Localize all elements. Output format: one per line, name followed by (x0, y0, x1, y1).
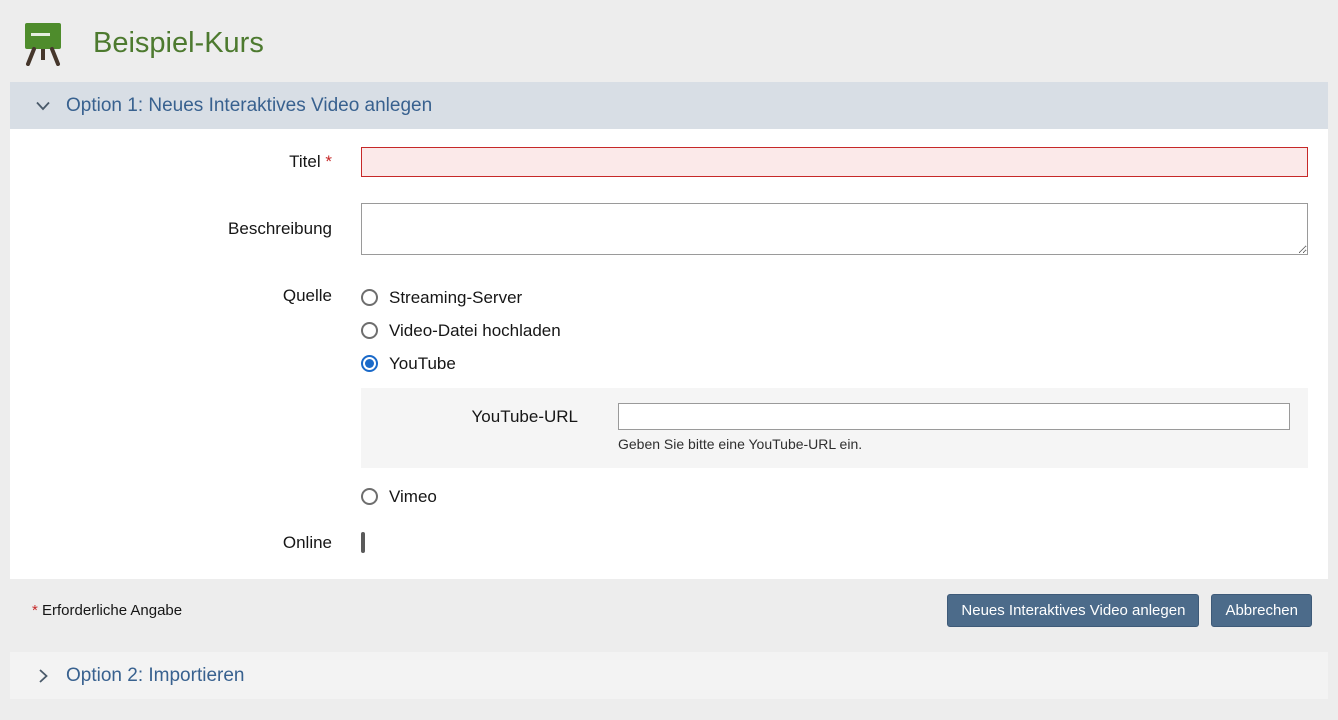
chevron-right-icon[interactable] (33, 666, 53, 686)
new-video-form: Titel * Beschreibung Quelle Streaming-Se… (10, 129, 1328, 579)
required-asterisk: * (325, 152, 332, 171)
radio-icon[interactable] (361, 355, 378, 372)
online-checkbox[interactable] (361, 532, 365, 553)
radio-youtube-label[interactable]: YouTube (389, 354, 456, 374)
radio-icon[interactable] (361, 289, 378, 306)
option2-accordion-header[interactable]: Option 2: Importieren (10, 652, 1328, 699)
quelle-row: Quelle Streaming-Server Video-Datei hoch… (10, 281, 1328, 513)
radio-vimeo[interactable]: Vimeo (361, 480, 1308, 513)
online-label: Online (10, 533, 361, 553)
youtube-subform: YouTube-URL Geben Sie bitte eine YouTube… (361, 388, 1308, 468)
required-asterisk: * (32, 602, 38, 619)
radio-youtube[interactable]: YouTube (361, 347, 1308, 380)
quelle-label: Quelle (10, 281, 361, 513)
course-icon (20, 20, 66, 66)
radio-video-datei-hochladen[interactable]: Video-Datei hochladen (361, 314, 1308, 347)
radio-icon[interactable] (361, 488, 378, 505)
option2-panel: Option 2: Importieren (10, 652, 1328, 699)
cancel-button[interactable]: Abbrechen (1211, 594, 1312, 627)
radio-icon[interactable] (361, 322, 378, 339)
button-group: Neues Interaktives Video anlegen Abbrech… (947, 594, 1312, 627)
radio-video-datei-hochladen-label[interactable]: Video-Datei hochladen (389, 321, 561, 341)
titel-label: Titel * (10, 152, 361, 172)
app-header: Beispiel-Kurs (0, 0, 1338, 82)
youtube-url-label: YouTube-URL (361, 403, 618, 430)
chevron-down-icon[interactable] (33, 96, 53, 116)
option2-title: Option 2: Importieren (66, 665, 244, 687)
form-footer: * Erforderliche Angabe Neues Interaktive… (10, 579, 1328, 641)
beschreibung-row: Beschreibung (10, 203, 1328, 255)
youtube-url-help: Geben Sie bitte eine YouTube-URL ein. (618, 436, 1308, 452)
titel-row: Titel * (10, 147, 1328, 177)
online-row: Online (10, 533, 1328, 553)
beschreibung-label: Beschreibung (10, 219, 361, 239)
youtube-url-input[interactable] (618, 403, 1290, 430)
required-note: * Erforderliche Angabe (32, 602, 182, 619)
option1-panel: Option 1: Neues Interaktives Video anleg… (10, 82, 1328, 641)
radio-streaming-server-label[interactable]: Streaming-Server (389, 288, 522, 308)
option1-accordion-header[interactable]: Option 1: Neues Interaktives Video anleg… (10, 82, 1328, 129)
titel-input[interactable] (361, 147, 1308, 177)
radio-vimeo-label[interactable]: Vimeo (389, 487, 437, 507)
page-title: Beispiel-Kurs (93, 27, 264, 60)
radio-streaming-server[interactable]: Streaming-Server (361, 281, 1308, 314)
beschreibung-textarea[interactable] (361, 203, 1308, 255)
option1-title: Option 1: Neues Interaktives Video anleg… (66, 95, 432, 117)
submit-button[interactable]: Neues Interaktives Video anlegen (947, 594, 1199, 627)
